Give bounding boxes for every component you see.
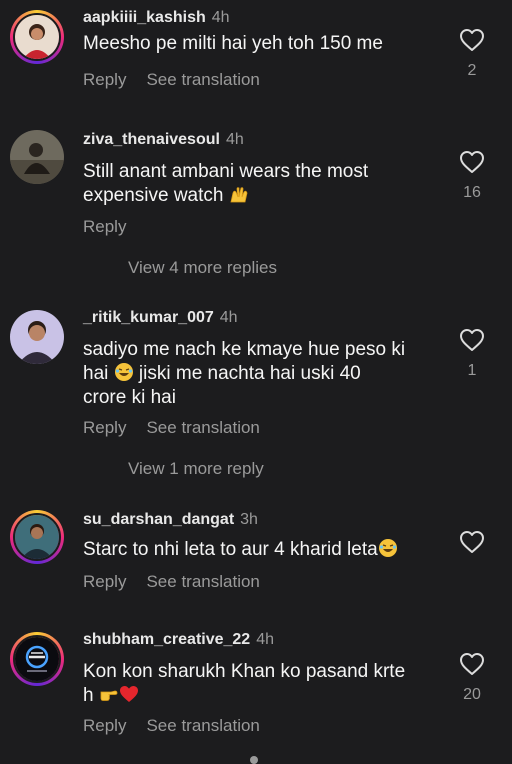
comment-actions: Reply See translation xyxy=(83,716,260,736)
like-control: 20 xyxy=(455,652,489,704)
comment-text-line: crore ki hai xyxy=(83,387,176,408)
comment-time: 4h xyxy=(256,631,274,648)
comment-time: 4h xyxy=(225,131,244,148)
comment-meta: ziva_thenaivesoul 4h xyxy=(83,130,244,150)
username[interactable]: shubham_creative_22 xyxy=(83,631,250,648)
comment-meta: _ritik_kumar_007 4h xyxy=(83,308,238,328)
comment-time: 4h xyxy=(211,9,230,26)
username[interactable]: su_darshan_dangat xyxy=(83,511,234,528)
red-heart-emoji-icon xyxy=(119,686,138,702)
username[interactable]: ziva_thenaivesoul xyxy=(83,131,220,148)
like-count: 20 xyxy=(463,686,481,703)
laughing-emoji-icon xyxy=(378,539,397,557)
like-control xyxy=(455,530,489,554)
comment-text: Starc to nhi leta to aur 4 kharid leta xyxy=(83,538,453,562)
see-translation-button[interactable]: See translation xyxy=(146,418,259,438)
comment-text: Still anant ambani wears the most expens… xyxy=(83,160,443,208)
avatar[interactable] xyxy=(10,310,64,364)
like-control: 2 xyxy=(455,28,489,80)
username[interactable]: _ritik_kumar_007 xyxy=(83,309,214,326)
heart-icon[interactable] xyxy=(459,28,485,52)
view-more-replies-button[interactable]: View 1 more reply xyxy=(128,459,264,479)
avatar[interactable] xyxy=(10,10,64,64)
reply-button[interactable]: Reply xyxy=(83,217,126,237)
reply-button[interactable]: Reply xyxy=(83,716,126,736)
reply-button[interactable]: Reply xyxy=(83,418,126,438)
avatar[interactable] xyxy=(10,130,64,184)
comment-text-fragment: expensive watch xyxy=(83,185,224,206)
comment-text-fragment: jiski me nachta hai uski 40 xyxy=(138,363,361,384)
comment-text-line: sadiyo me nach ke kmaye hue peso ki xyxy=(83,339,406,360)
comment-actions: Reply See translation xyxy=(83,572,260,592)
like-count: 2 xyxy=(467,62,477,79)
heart-icon[interactable] xyxy=(459,150,485,174)
username[interactable]: aapkiiii_kashish xyxy=(83,9,206,26)
see-translation-button[interactable]: See translation xyxy=(146,572,259,592)
comment-text-line: expensive watch xyxy=(83,184,443,208)
like-control: 1 xyxy=(455,328,489,380)
reply-button[interactable]: Reply xyxy=(83,70,126,90)
comment-actions: Reply xyxy=(83,217,126,237)
like-count: 1 xyxy=(467,362,477,379)
comment-meta: shubham_creative_22 4h xyxy=(83,630,274,650)
comment-text-fragment: hai xyxy=(83,363,109,384)
comment-text-line: h xyxy=(83,684,443,708)
like-control: 16 xyxy=(455,150,489,202)
comment-text-line: Still anant ambani wears the most xyxy=(83,161,369,182)
comment-actions: Reply See translation xyxy=(83,70,260,90)
heart-icon[interactable] xyxy=(459,530,485,554)
scroll-indicator xyxy=(250,756,258,764)
avatar[interactable] xyxy=(10,632,64,686)
comment-text-line: hai jiski me nachta hai uski 40 xyxy=(83,362,443,386)
heart-icon[interactable] xyxy=(459,328,485,352)
comment-text-fragment: h xyxy=(83,685,94,706)
see-translation-button[interactable]: See translation xyxy=(146,70,259,90)
comment-time: 4h xyxy=(219,309,238,326)
view-more-replies-button[interactable]: View 4 more replies xyxy=(128,258,277,278)
comment-time: 3h xyxy=(240,511,258,528)
like-count: 16 xyxy=(463,184,481,201)
comment-text: sadiyo me nach ke kmaye hue peso ki hai … xyxy=(83,338,443,410)
avatar[interactable] xyxy=(10,510,64,564)
heart-icon[interactable] xyxy=(459,652,485,676)
comment-text: Meesho pe milti hai yeh toh 150 me xyxy=(83,33,383,54)
laughing-emoji-icon xyxy=(114,363,133,381)
comment-meta: aapkiiii_kashish 4h xyxy=(83,8,230,28)
comment-meta: su_darshan_dangat 3h xyxy=(83,510,258,530)
raising-hands-emoji-icon xyxy=(230,187,248,203)
comment-text-line: Kon kon sharukh Khan ko pasand krte xyxy=(83,661,406,682)
reply-button[interactable]: Reply xyxy=(83,572,126,592)
comment-text: Kon kon sharukh Khan ko pasand krte h xyxy=(83,660,443,708)
comment-text-fragment: Starc to nhi leta to aur 4 kharid leta xyxy=(83,539,378,560)
comment-actions: Reply See translation xyxy=(83,418,260,438)
see-translation-button[interactable]: See translation xyxy=(146,716,259,736)
pointing-right-emoji-icon xyxy=(100,690,118,701)
